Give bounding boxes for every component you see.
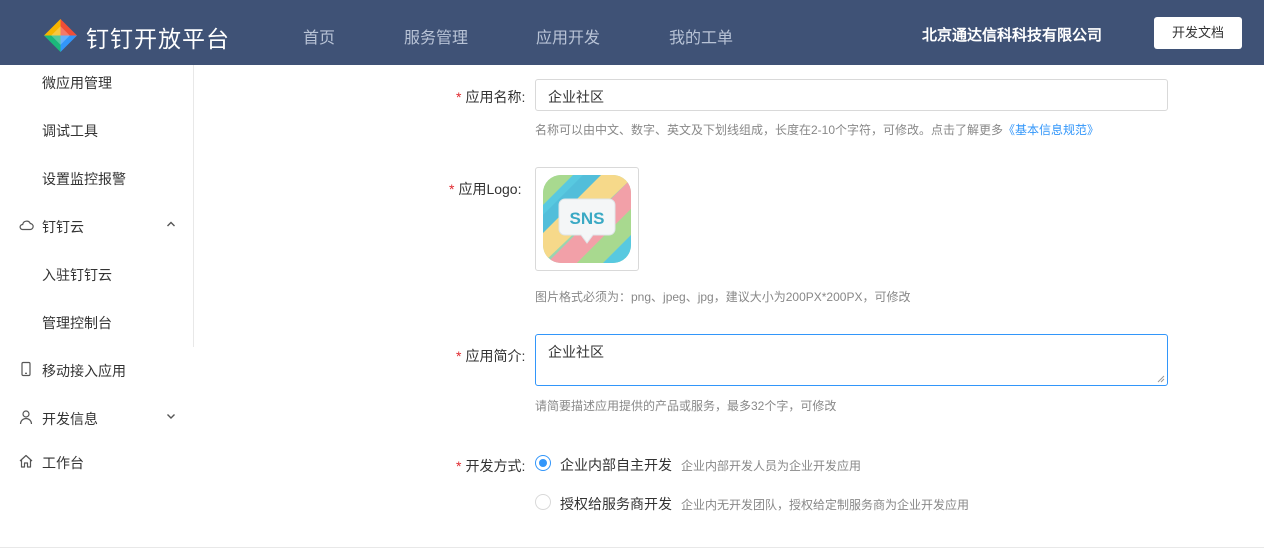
app-name-hint-text: 名称可以由中文、数字、英文及下划线组成，长度在2-10个字符，可修改。点击了解更…: [535, 123, 1004, 137]
sidebar-item-mobile-access-app[interactable]: 移动接入应用: [0, 354, 193, 384]
app-logo-label: * 应用Logo:: [449, 179, 522, 199]
resize-handle-icon[interactable]: [1157, 375, 1165, 383]
sidebar-item-join-dingtalk-cloud[interactable]: 入驻钉钉云: [0, 258, 193, 288]
sidebar-divider: [193, 65, 194, 347]
app-intro-label-text: 应用简介:: [465, 348, 526, 364]
sidebar-item-label: 管理控制台: [42, 315, 112, 331]
required-mark: *: [456, 348, 462, 364]
user-icon: [19, 410, 33, 425]
dev-mode-label: * 开发方式:: [456, 456, 525, 476]
company-name[interactable]: 北京通达信科科技有限公司: [922, 24, 1102, 45]
dev-mode-internal-label[interactable]: 企业内部自主开发: [560, 455, 672, 475]
sidebar-item-label: 入驻钉钉云: [42, 267, 112, 283]
nav-app-development[interactable]: 应用开发: [536, 24, 600, 48]
dev-mode-internal-desc: 企业内部开发人员为企业开发应用: [681, 459, 862, 473]
sidebar: 微应用管理 调试工具 设置监控报警 钉钉云 入驻钉钉云 管理控制台 移动接入应用…: [0, 65, 194, 559]
app-name-label-text: 应用名称:: [465, 89, 526, 105]
required-mark: *: [456, 458, 462, 474]
sidebar-item-dingtalk-cloud[interactable]: 钉钉云: [0, 210, 193, 240]
brand-title[interactable]: 钉钉开放平台: [86, 20, 230, 54]
app-name-hint: 名称可以由中文、数字、英文及下划线组成，长度在2-10个字符，可修改。点击了解更…: [535, 121, 1099, 138]
required-mark: *: [449, 181, 455, 197]
sns-app-logo-image: SNS: [543, 175, 631, 263]
dev-mode-provider-label[interactable]: 授权给服务商开发: [560, 494, 672, 514]
dingtalk-logo-icon[interactable]: [44, 19, 77, 52]
sidebar-item-monitor-alarm[interactable]: 设置监控报警: [0, 162, 193, 192]
dev-mode-provider-radio[interactable]: [535, 494, 551, 510]
sidebar-item-label: 钉钉云: [42, 219, 84, 235]
sns-logo-text: SNS: [570, 209, 605, 228]
dev-mode-provider-desc: 企业内无开发团队，授权给定制服务商为企业开发应用: [681, 498, 970, 512]
sidebar-item-micro-app-management[interactable]: 微应用管理: [0, 66, 193, 96]
app-logo-label-text: 应用Logo:: [458, 181, 522, 197]
app-intro-label: * 应用简介:: [456, 346, 525, 366]
sidebar-item-label: 移动接入应用: [42, 363, 126, 379]
required-mark: *: [456, 89, 462, 105]
top-navigation-bar: 钉钉开放平台 首页 服务管理 应用开发 我的工单 北京通达信科科技有限公司 开发…: [0, 0, 1264, 65]
sidebar-item-label: 开发信息: [42, 411, 98, 427]
sidebar-item-label: 微应用管理: [42, 75, 112, 91]
app-logo-hint: 图片格式必须为：png、jpeg、jpg，建议大小为200PX*200PX，可修…: [535, 290, 911, 304]
chevron-down-icon[interactable]: [164, 409, 178, 423]
app-name-input[interactable]: 企业社区: [535, 79, 1168, 111]
nav-my-tickets[interactable]: 我的工单: [669, 24, 733, 48]
nav-service-management[interactable]: 服务管理: [404, 24, 468, 48]
sidebar-item-debug-tools[interactable]: 调试工具: [0, 114, 193, 144]
home-icon: [19, 454, 33, 468]
dev-docs-button[interactable]: 开发文档: [1154, 17, 1242, 49]
cloud-icon: [19, 220, 34, 231]
chevron-up-icon[interactable]: [164, 217, 178, 231]
mobile-icon: [21, 361, 31, 377]
dev-mode-internal-radio[interactable]: [535, 455, 551, 471]
sidebar-item-label: 设置监控报警: [42, 171, 126, 187]
nav-home[interactable]: 首页: [303, 24, 335, 48]
app-intro-textarea[interactable]: 企业社区: [535, 334, 1168, 386]
sidebar-item-dev-info[interactable]: 开发信息: [0, 402, 193, 432]
sidebar-item-label: 调试工具: [42, 123, 98, 139]
app-logo-upload[interactable]: SNS: [535, 167, 639, 271]
sidebar-item-label: 工作台: [42, 455, 84, 471]
app-name-label: * 应用名称:: [456, 87, 525, 107]
app-intro-hint: 请简要描述应用提供的产品或服务，最多32个字，可修改: [535, 399, 837, 413]
sidebar-item-management-console[interactable]: 管理控制台: [0, 306, 193, 336]
sidebar-item-workbench[interactable]: 工作台: [0, 446, 193, 476]
app-intro-value: 企业社区: [548, 344, 604, 360]
basic-info-spec-link[interactable]: 《基本信息规范》: [1003, 123, 1099, 137]
dev-mode-label-text: 开发方式:: [465, 458, 526, 474]
bottom-divider: [0, 547, 1264, 548]
